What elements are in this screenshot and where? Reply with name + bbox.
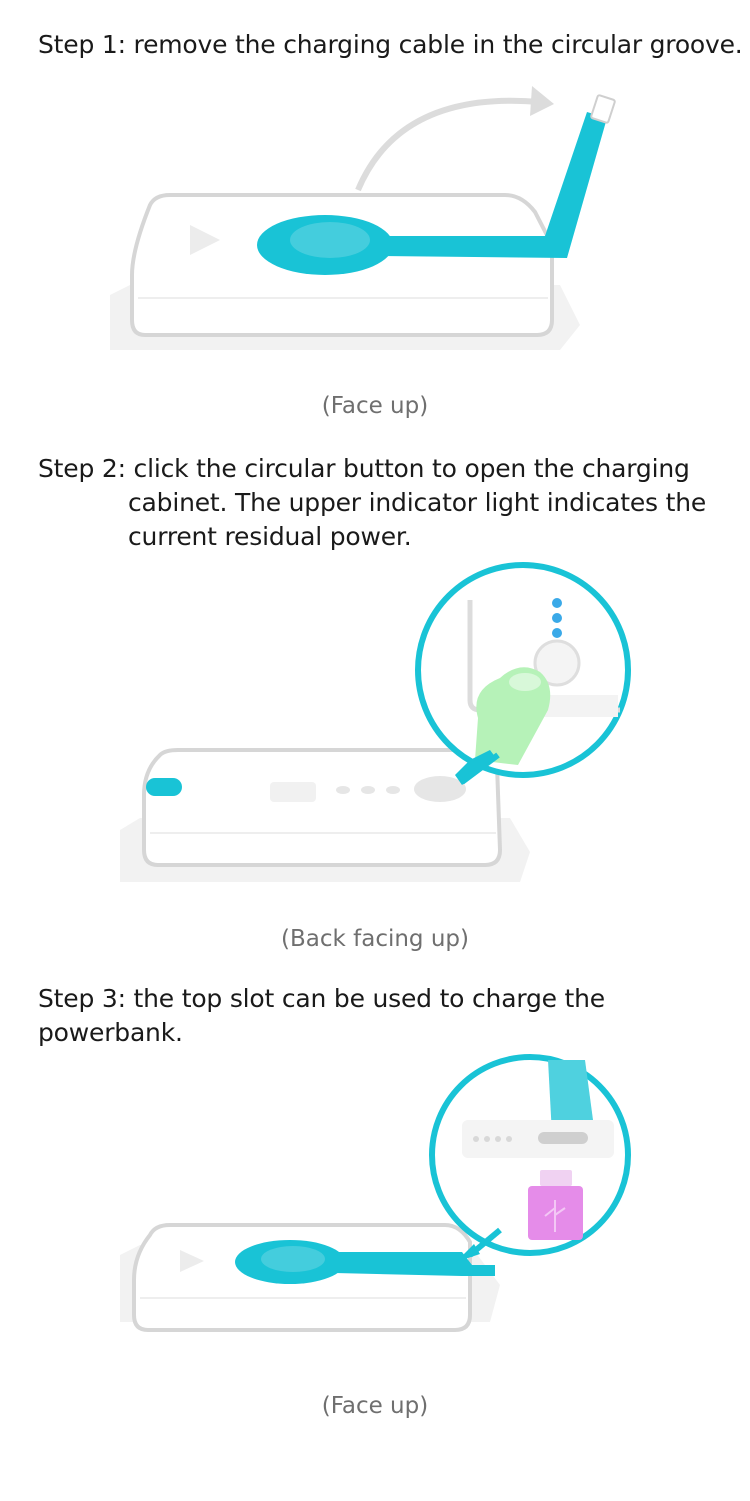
arrow-head xyxy=(530,86,554,116)
caption-1: (Face up) xyxy=(321,393,429,419)
step-1-illustration xyxy=(110,86,616,350)
indicator-dot xyxy=(336,786,350,794)
indicator-light-icon xyxy=(552,628,562,638)
step-2-text-line-2: cabinet. The upper indicator light indic… xyxy=(128,488,707,517)
usb-plug-metal xyxy=(540,1170,572,1186)
curved-arrow-icon xyxy=(355,97,541,192)
indicator-dot xyxy=(361,786,375,794)
usb-port xyxy=(270,782,316,802)
fingernail xyxy=(509,673,541,691)
charging-cable xyxy=(380,112,607,258)
indicator-dot xyxy=(473,1136,479,1142)
indicator-dot xyxy=(484,1136,490,1142)
cable-head-shine xyxy=(290,222,370,258)
caption-2: (Back facing up) xyxy=(281,926,469,952)
indicator-dot xyxy=(506,1136,512,1142)
step-2-illustration xyxy=(120,562,631,882)
cable-end xyxy=(146,778,182,796)
indicator-light-icon xyxy=(552,613,562,623)
caption-3: (Face up) xyxy=(321,1393,429,1419)
step-3-text: Step 3: the top slot can be used to char… xyxy=(38,984,605,1047)
indicator-dot xyxy=(386,786,400,794)
indicator-light-icon xyxy=(552,598,562,608)
step-1-text: Step 1: remove the charging cable in the… xyxy=(38,30,743,59)
step-2-text-line-3: current residual power. xyxy=(128,522,412,551)
indicator-dot xyxy=(495,1136,501,1142)
step-3-illustration xyxy=(120,1054,631,1332)
powerbank-body xyxy=(142,748,503,867)
power-button-icon xyxy=(414,776,466,802)
step-2-instruction: Step 2: click the circular button to ope… xyxy=(38,452,706,554)
micro-usb-slot xyxy=(538,1132,588,1144)
cable-head-shine xyxy=(261,1246,325,1272)
cable-tip xyxy=(590,94,616,124)
step-1-instruction: Step 1: remove the charging cable in the… xyxy=(38,28,743,62)
step-2-text-lead: Step 2: click the circular button to ope… xyxy=(38,454,690,483)
